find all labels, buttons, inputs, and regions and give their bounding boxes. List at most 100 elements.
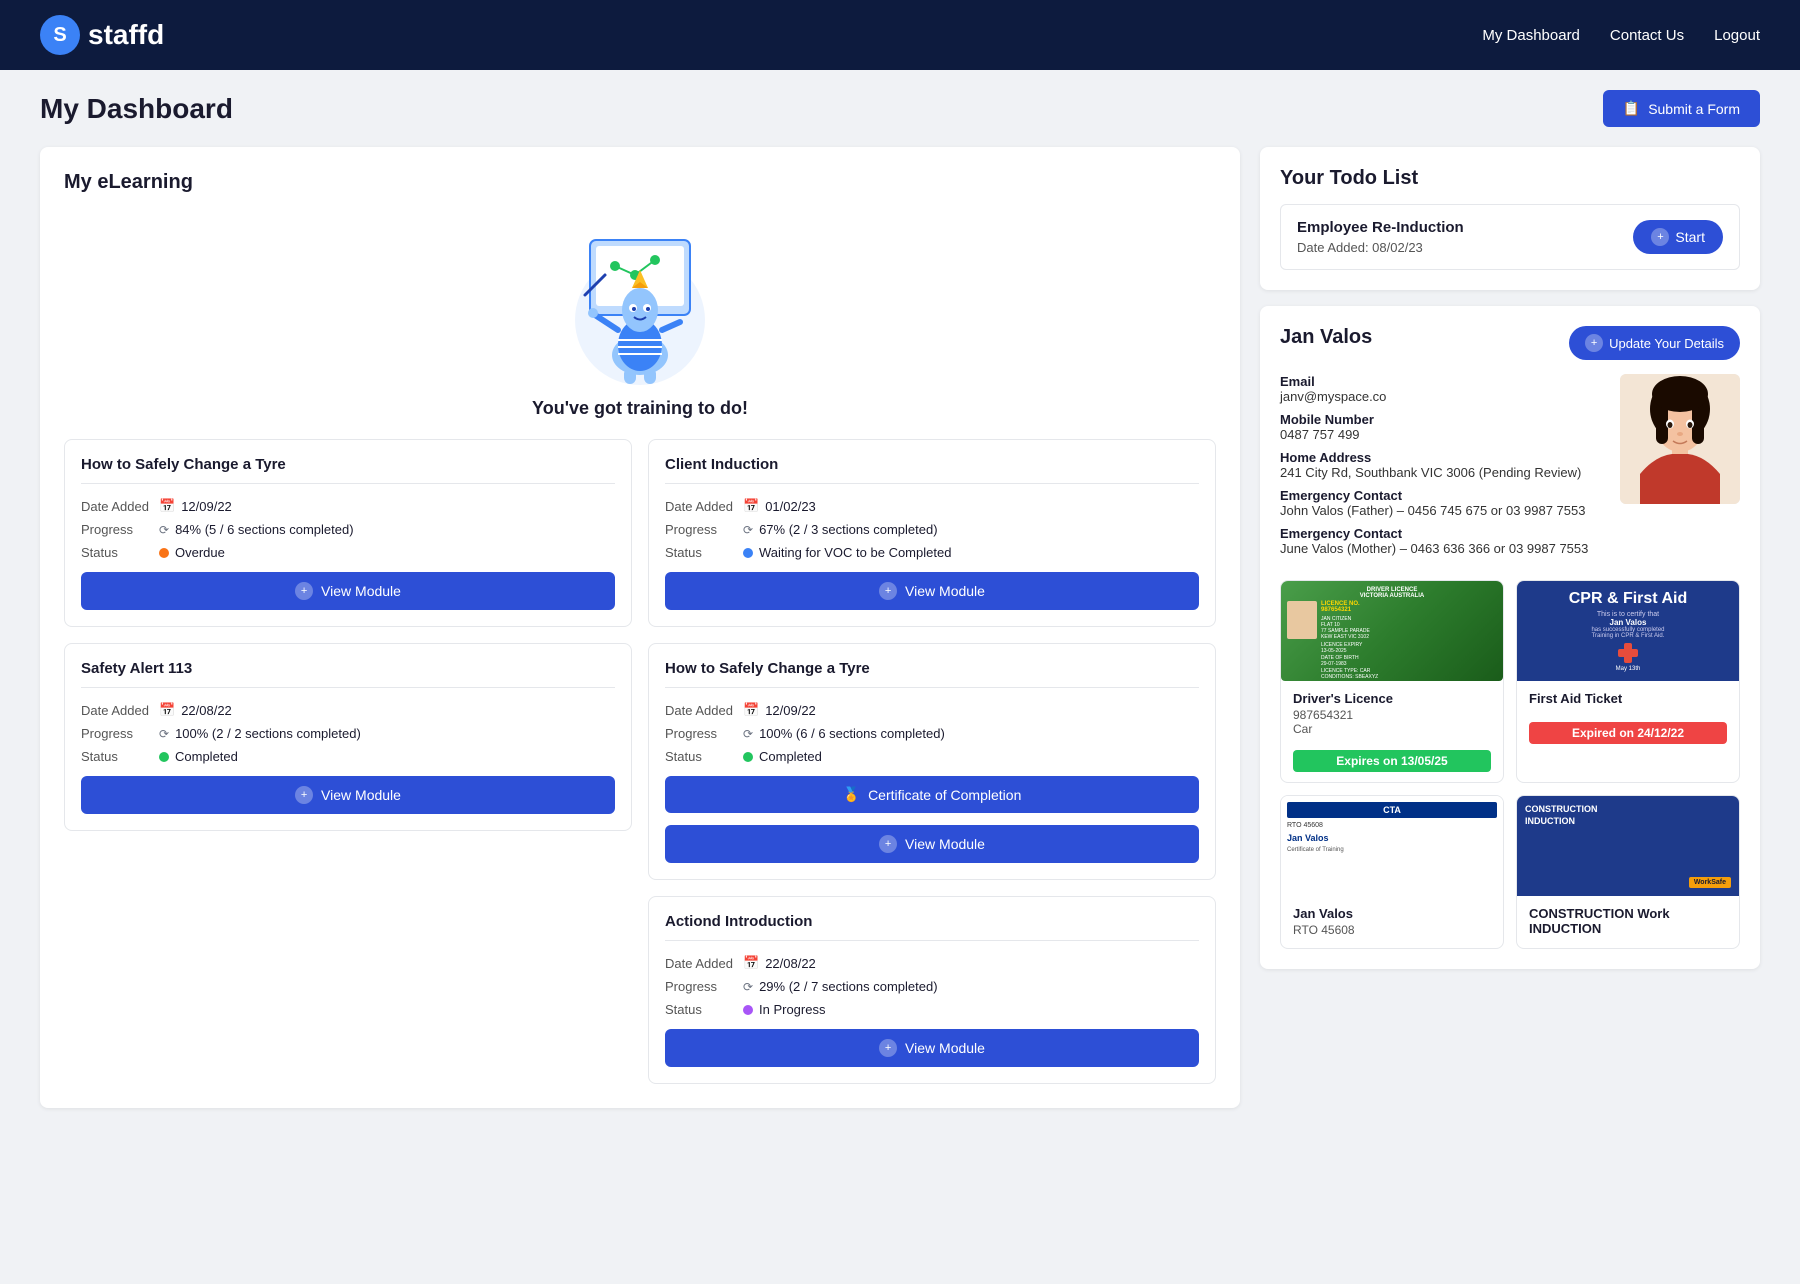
main-content: My eLearning (0, 147, 1800, 1148)
doc-number: 987654321 (1293, 708, 1491, 722)
todo-item: Employee Re-Induction Date Added: 08/02/… (1280, 204, 1740, 270)
module-card-tyre-right: How to Safely Change a Tyre Date Added 📅… (648, 643, 1216, 880)
email-label: Email (1280, 374, 1604, 389)
update-details-button[interactable]: + Update Your Details (1569, 326, 1740, 360)
status-value: In Progress (743, 1002, 825, 1017)
progress-label: Progress (665, 726, 735, 741)
email-field: Email janv@myspace.co (1280, 374, 1604, 404)
plus-circle-icon: + (879, 835, 897, 853)
certificate-button[interactable]: 🏅 Certificate of Completion (665, 776, 1199, 813)
status-dot-purple (743, 1005, 753, 1015)
date-added-value: 📅 12/09/22 (159, 498, 232, 514)
elearning-title: My eLearning (64, 171, 1216, 194)
update-icon: + (1585, 334, 1603, 352)
status-label: Status (665, 749, 735, 764)
view-module-button-client[interactable]: + View Module (665, 572, 1199, 610)
calendar-icon: 📅 (159, 498, 175, 514)
doc-title: Driver's Licence (1293, 691, 1491, 706)
status-dot-blue (743, 548, 753, 558)
start-button[interactable]: + Start (1633, 220, 1723, 254)
doc-card-cta: CTA RTO 45608 Jan Valos Certificate of T… (1280, 795, 1504, 949)
progress-label: Progress (81, 522, 151, 537)
logo-icon: S (40, 15, 80, 55)
submit-form-button[interactable]: 📋 Submit a Form (1603, 90, 1760, 127)
mascot-area: You've got training to do! (64, 210, 1216, 419)
module-title-actiond: Actiond Introduction (665, 913, 1199, 941)
emergency-contact-1-field: Emergency Contact John Valos (Father) – … (1280, 488, 1604, 518)
profile-header: Jan Valos + Update Your Details (1280, 326, 1740, 360)
date-added-label: Date Added (665, 499, 735, 514)
progress-label: Progress (665, 522, 735, 537)
date-added-value: 📅 12/09/22 (743, 702, 816, 718)
profile-card: Jan Valos + Update Your Details Email ja… (1260, 306, 1760, 969)
doc-expiry-drivers: Expires on 13/05/25 (1293, 750, 1491, 772)
doc-sub: Car (1293, 722, 1491, 736)
nav-contact[interactable]: Contact Us (1610, 27, 1684, 44)
module-card-safety: Safety Alert 113 Date Added 📅 22/08/22 P… (64, 643, 632, 831)
view-module-button-tyre-right[interactable]: + View Module (665, 825, 1199, 863)
module-card-client-induction: Client Induction Date Added 📅 01/02/23 P… (648, 439, 1216, 627)
view-module-button-actiond[interactable]: + View Module (665, 1029, 1199, 1067)
module-title: How to Safely Change a Tyre (81, 456, 615, 484)
ec1-label: Emergency Contact (1280, 488, 1604, 503)
calendar-icon: 📅 (743, 955, 759, 971)
date-added-label: Date Added (665, 703, 735, 718)
date-added-label: Date Added (665, 956, 735, 971)
drivers-licence-info: Driver's Licence 987654321 Car (1281, 681, 1503, 746)
profile-body: Email janv@myspace.co Mobile Number 0487… (1280, 374, 1740, 564)
first-aid-image: CPR & First Aid This is to certify that … (1517, 581, 1739, 681)
progress-icon: ⟳ (159, 523, 169, 537)
date-added-label: Date Added (81, 703, 151, 718)
doc-card-construction: CONSTRUCTIONINDUCTION WorkSafe CONSTRUCT… (1516, 795, 1740, 949)
doc-rto: RTO 45608 (1293, 923, 1491, 937)
mobile-value: 0487 757 499 (1280, 427, 1604, 442)
status-value: Completed (743, 749, 822, 764)
profile-info: Email janv@myspace.co Mobile Number 0487… (1280, 374, 1604, 564)
progress-value: ⟳ 100% (6 / 6 sections completed) (743, 726, 945, 741)
address-value: 241 City Rd, Southbank VIC 3006 (Pending… (1280, 465, 1604, 480)
ec2-value: June Valos (Mother) – 0463 636 366 or 03… (1280, 541, 1604, 556)
progress-icon: ⟳ (743, 980, 753, 994)
main-nav: My Dashboard Contact Us Logout (1482, 27, 1760, 44)
nav-logout[interactable]: Logout (1714, 27, 1760, 44)
profile-name: Jan Valos (1280, 326, 1372, 349)
todo-title: Your Todo List (1280, 167, 1740, 190)
date-added-label: Date Added (81, 499, 151, 514)
progress-value: ⟳ 100% (2 / 2 sections completed) (159, 726, 361, 741)
status-dot-green (743, 752, 753, 762)
calendar-icon: 📅 (743, 702, 759, 718)
todo-item-title: Employee Re-Induction (1297, 219, 1464, 236)
status-label: Status (665, 545, 735, 560)
profile-photo (1620, 374, 1740, 504)
submit-form-icon: 📋 (1623, 100, 1640, 117)
plus-circle-icon: + (295, 582, 313, 600)
status-label: Status (81, 749, 151, 764)
module-title-tyre-right: How to Safely Change a Tyre (665, 660, 1199, 688)
module-title-safety: Safety Alert 113 (81, 660, 615, 688)
page-title-bar: My Dashboard 📋 Submit a Form (0, 70, 1800, 147)
plus-circle-icon: + (879, 582, 897, 600)
progress-value: ⟳ 84% (5 / 6 sections completed) (159, 522, 354, 537)
doc-card-drivers-licence: DRIVER LICENCEVICTORIA AUSTRALIA LICENCE… (1280, 580, 1504, 783)
doc-title-construction: CONSTRUCTION Work INDUCTION (1529, 906, 1727, 936)
mobile-label: Mobile Number (1280, 412, 1604, 427)
doc-title-fa: First Aid Ticket (1529, 691, 1727, 706)
progress-icon: ⟳ (743, 523, 753, 537)
todo-card: Your Todo List Employee Re-Induction Dat… (1260, 147, 1760, 290)
module-title-client: Client Induction (665, 456, 1199, 484)
progress-icon: ⟳ (743, 727, 753, 741)
todo-item-date: Date Added: 08/02/23 (1297, 240, 1464, 255)
status-label: Status (665, 1002, 735, 1017)
drivers-licence-image: DRIVER LICENCEVICTORIA AUSTRALIA LICENCE… (1281, 581, 1503, 681)
nav-dashboard[interactable]: My Dashboard (1482, 27, 1580, 44)
status-value: Overdue (159, 545, 225, 560)
ec1-value: John Valos (Father) – 0456 745 675 or 03… (1280, 503, 1604, 518)
view-module-button-tyre-left[interactable]: + View Module (81, 572, 615, 610)
doc-card-first-aid: CPR & First Aid This is to certify that … (1516, 580, 1740, 783)
todo-item-info: Employee Re-Induction Date Added: 08/02/… (1297, 219, 1464, 255)
header: S staffd My Dashboard Contact Us Logout (0, 0, 1800, 70)
view-module-button-safety[interactable]: + View Module (81, 776, 615, 814)
plus-circle-icon: + (295, 786, 313, 804)
email-value: janv@myspace.co (1280, 389, 1604, 404)
progress-value: ⟳ 29% (2 / 7 sections completed) (743, 979, 938, 994)
